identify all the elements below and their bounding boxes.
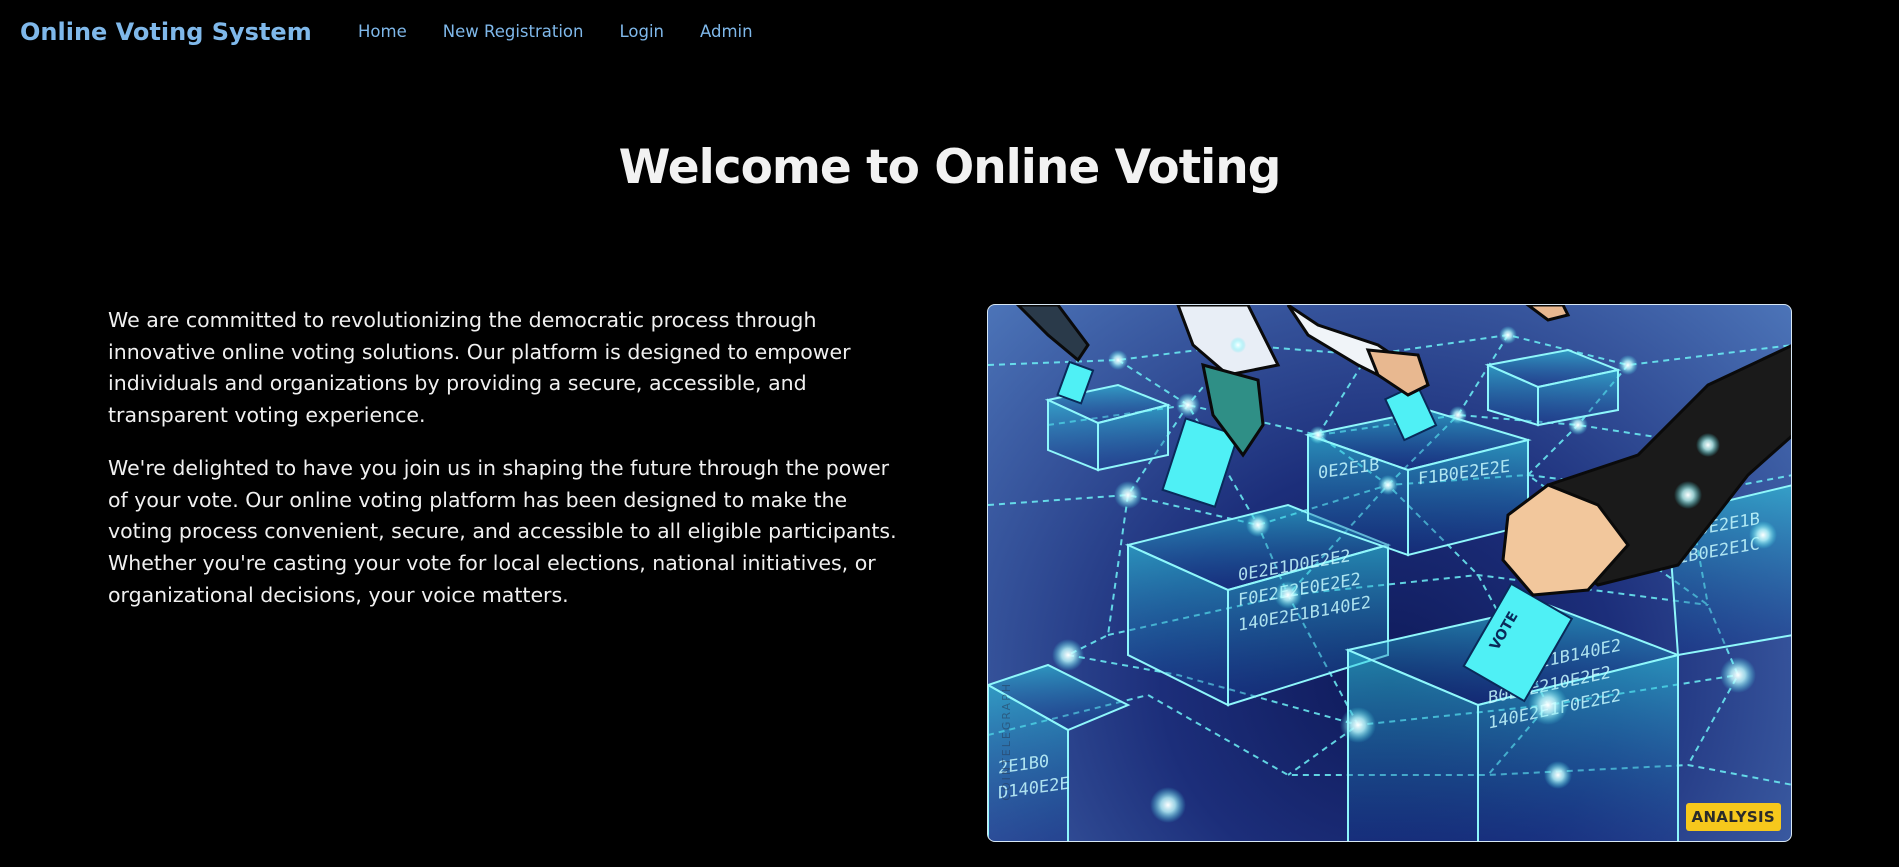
top-navbar: Online Voting System Home New Registrati… — [0, 0, 1899, 64]
blockchain-ballot-illustration: 0E2E1D0E2E2 F0E2E2E0E2E2 140E2E1B140E2 1… — [988, 305, 1791, 841]
nav-new-registration-link[interactable]: New Registration — [443, 22, 584, 41]
analysis-badge: ANALYSIS — [1685, 803, 1781, 831]
page-title: Welcome to Online Voting — [618, 140, 1282, 195]
intro-text: We are committed to revolutionizing the … — [108, 305, 908, 632]
nav-admin-link[interactable]: Admin — [700, 22, 753, 41]
intro-paragraph-2: We're delighted to have you join us in s… — [108, 455, 897, 607]
brand-logo-link[interactable]: Online Voting System — [20, 18, 312, 46]
online-voting-illustration: 0E2E1D0E2E2 F0E2E2E0E2E2 140E2E1B140E2 1… — [987, 304, 1792, 842]
nav-login-link[interactable]: Login — [619, 22, 664, 41]
nav-home-link[interactable]: Home — [358, 22, 407, 41]
nav-links: Home New Registration Login Admin — [358, 22, 789, 41]
intro-paragraph-1: We are committed to revolutionizing the … — [108, 308, 851, 428]
cointelegraph-watermark: COINTELEGRAPH — [1000, 682, 1013, 801]
